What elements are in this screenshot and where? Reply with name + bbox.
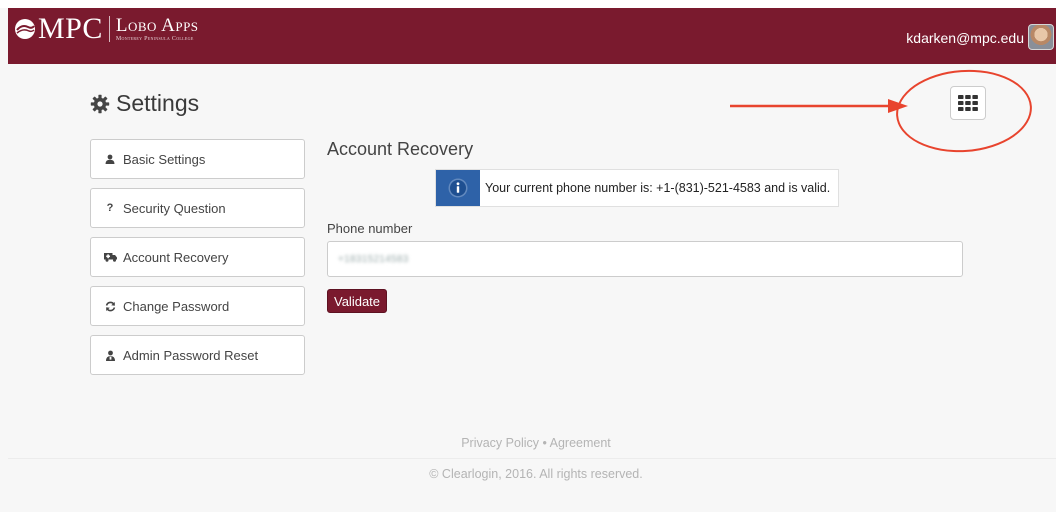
phone-number-label: Phone number [327,221,413,236]
account-recovery-panel: Account Recovery Your current phone numb… [327,139,967,313]
apps-grid-button[interactable] [950,86,986,120]
sidebar-item-basic-settings[interactable]: Basic Settings [90,139,305,179]
info-icon [436,170,480,206]
sidebar-item-change-password[interactable]: Change Password [90,286,305,326]
college-logo[interactable]: MPC Lobo Apps Monterey Peninsula College [14,14,199,44]
notice-text: Your current phone number is: +1-(831)-5… [485,181,831,195]
sidebar-item-security-question[interactable]: ? Security Question [90,188,305,228]
page-title: Settings [90,90,199,117]
footer-links[interactable]: Privacy Policy • Agreement [0,436,1056,450]
refresh-icon [103,301,117,312]
footer-divider [8,458,1056,459]
top-strip [0,0,1056,8]
footer-copyright: © Clearlogin, 2016. All rights reserved. [429,467,643,481]
settings-sidebar: Basic Settings ? Security Question Accou… [90,139,305,384]
sidebar-item-label: Change Password [123,298,230,314]
logo-apps-block: Lobo Apps Monterey Peninsula College [116,16,199,42]
logo-mpc-text: MPC [38,12,103,45]
phone-number-value: +18315214583 [338,253,409,265]
grid-icon [958,95,978,111]
question-icon: ? [106,202,114,214]
gear-icon [90,94,110,113]
section-title: Account Recovery [327,139,474,159]
sidebar-item-admin-password-reset[interactable]: Admin Password Reset [90,335,305,375]
validate-button[interactable]: Validate [327,289,388,313]
page-title-text: Settings [116,90,200,116]
sidebar-item-label: Security Question [123,200,226,216]
sidebar-item-label: Account Recovery [123,249,229,265]
avatar[interactable] [1028,24,1054,50]
sidebar-item-label: Basic Settings [123,151,206,167]
logo-apps-text: Lobo Apps [115,15,199,36]
logo-subtitle: Monterey Peninsula College [115,36,194,42]
user-icon [103,154,117,164]
sidebar-item-account-recovery[interactable]: Account Recovery [90,237,305,277]
admin-user-icon [103,350,117,361]
phone-status-notice: Your current phone number is: +1-(831)-5… [435,169,840,207]
user-email[interactable]: kdarken@mpc.edu [906,30,1024,46]
logo-divider [108,16,110,42]
wave-logo-icon [15,19,35,39]
annotation-arrow [730,99,908,113]
sidebar-item-label: Admin Password Reset [123,347,259,363]
ambulance-icon [103,252,117,262]
phone-number-input[interactable]: +18315214583 [327,241,963,277]
app-header: MPC Lobo Apps Monterey Peninsula College… [8,8,1056,64]
